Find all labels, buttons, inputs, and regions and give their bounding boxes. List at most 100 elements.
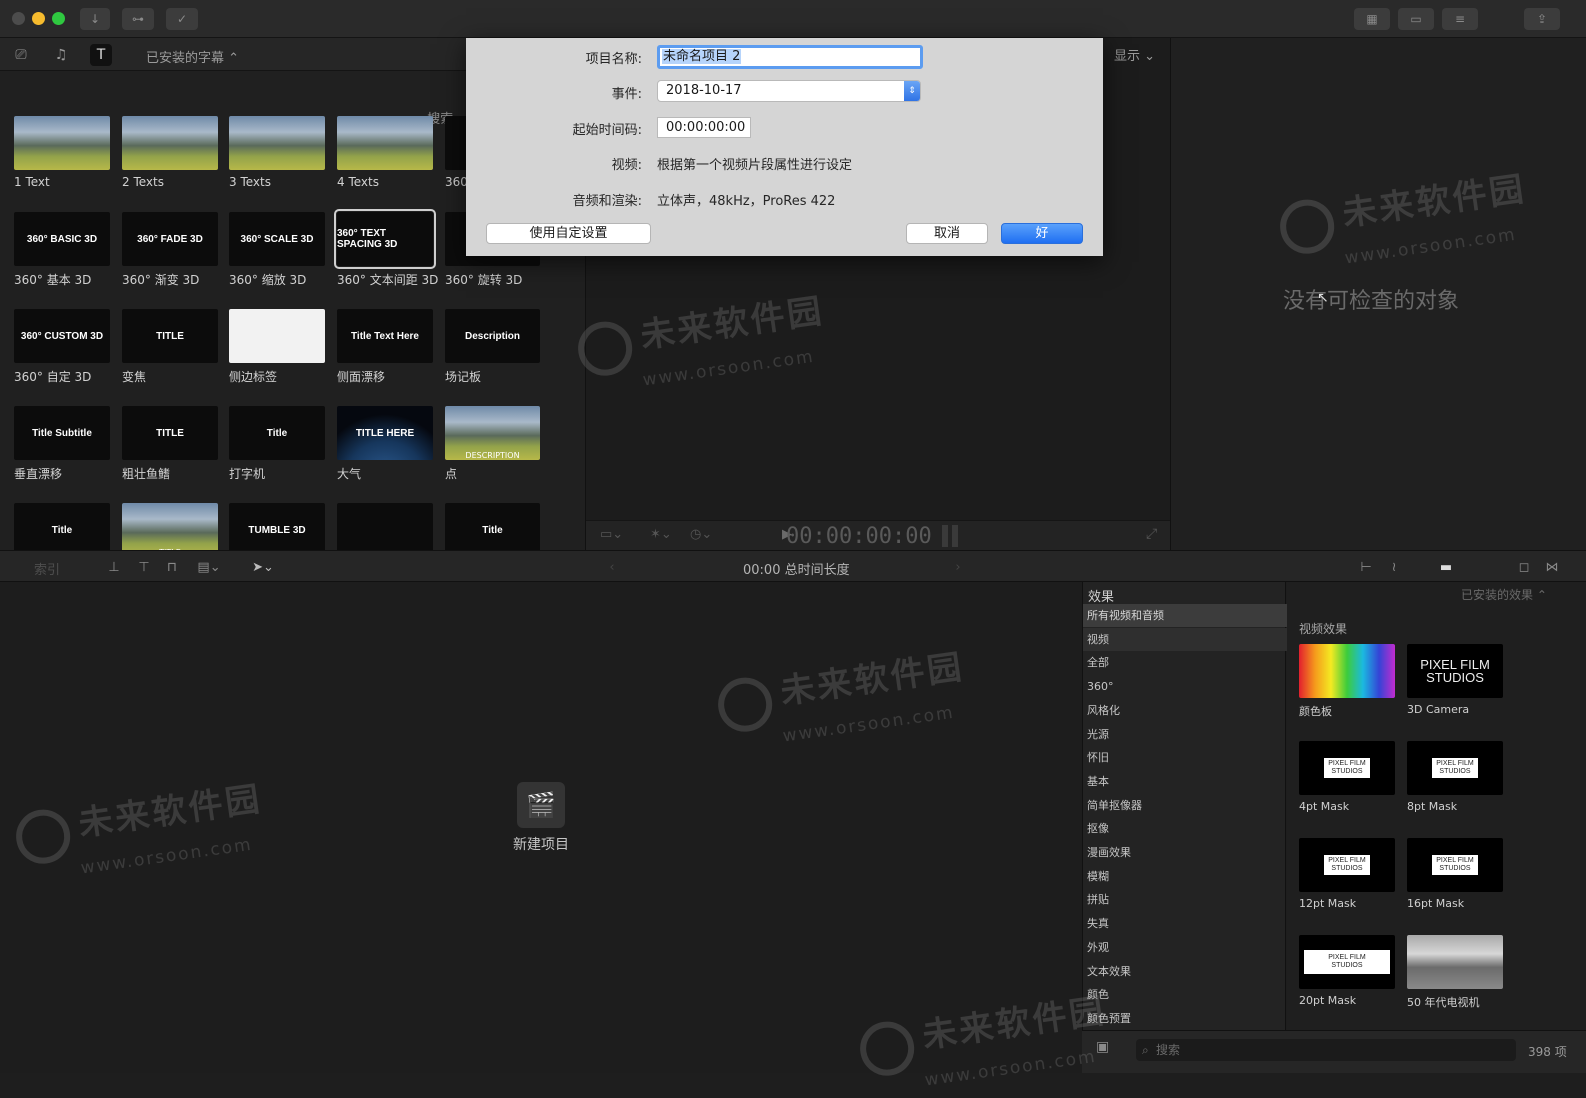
photos-audio-icon[interactable]: ♫ <box>50 44 72 66</box>
download-icon[interactable]: ↓ <box>80 8 110 30</box>
title-tile[interactable]: TUMBLE 3D <box>229 503 325 557</box>
effects-category-item[interactable]: 怀旧 <box>1083 746 1287 769</box>
effects-browser-icon[interactable]: ⋈ <box>1542 558 1562 576</box>
title-tile-text: 360° BASIC 3D <box>26 233 98 245</box>
title-tile[interactable]: Title <box>14 503 110 557</box>
view-options-icon[interactable]: ▭⌄ <box>600 527 623 542</box>
effects-category-item[interactable]: 360° <box>1083 675 1287 698</box>
effects-category-item[interactable]: 基本 <box>1083 770 1287 793</box>
share-icon[interactable]: ⇪ <box>1524 8 1560 30</box>
effects-category-item[interactable]: 漫画效果 <box>1083 841 1287 864</box>
title-tile[interactable]: Description <box>445 309 540 363</box>
title-tile-text: Title Subtitle <box>32 427 92 439</box>
clip-appearance-icon[interactable]: ◻ <box>1514 558 1534 576</box>
title-tile[interactable] <box>337 116 433 170</box>
title-tile[interactable]: 360° TEXT SPACING 3D <box>334 209 436 269</box>
new-project-label[interactable]: 新建项目 <box>480 834 602 854</box>
title-tile[interactable]: Title Subtitle <box>14 406 110 460</box>
grid-icon[interactable]: ▦ <box>1354 8 1390 30</box>
title-tile[interactable] <box>229 309 325 363</box>
effects-category-item[interactable]: 全部 <box>1083 651 1287 674</box>
title-tile[interactable]: TITLE <box>122 309 218 363</box>
effect-thumbnail[interactable]: PIXEL FILM STUDIOS <box>1299 838 1395 892</box>
title-tile[interactable]: DESCRIPTION <box>445 406 540 460</box>
installed-titles-select[interactable]: 已安装的字幕 ⌃ <box>146 47 239 66</box>
effects-category-item[interactable]: 拼贴 <box>1083 888 1287 911</box>
title-tile[interactable]: Title Text Here <box>337 309 433 363</box>
effect-thumbnail[interactable]: PIXEL FILM STUDIOS <box>1299 741 1395 795</box>
effects-category-item[interactable]: 光源 <box>1083 723 1287 746</box>
title-tile[interactable] <box>122 116 218 170</box>
effects-category-item[interactable]: 简单抠像器 <box>1083 794 1287 817</box>
append-clip-icon[interactable]: ⊓ <box>162 558 182 576</box>
effects-category-item[interactable]: 文本效果 <box>1083 960 1287 983</box>
audio-skimming-icon[interactable]: ≀ <box>1384 558 1404 576</box>
use-custom-settings-button[interactable]: 使用自定设置 <box>486 223 651 244</box>
effects-category-item[interactable]: 颜色 <box>1083 983 1287 1006</box>
title-tile[interactable]: TITLE HERE <box>337 406 433 460</box>
title-tile[interactable]: Title <box>445 503 540 557</box>
title-tile-text: Title Text Here <box>351 330 419 342</box>
index-button[interactable]: 索引 <box>34 559 60 578</box>
title-tile[interactable]: 360° FADE 3D <box>122 212 218 266</box>
title-tile-label: 360° 渐变 3D <box>122 273 200 287</box>
effect-thumbnail[interactable]: PIXEL FILM STUDIOS <box>1407 838 1503 892</box>
snapping-icon[interactable]: ▬ <box>1436 558 1456 576</box>
title-tile[interactable]: TITLE <box>122 406 218 460</box>
title-tile[interactable]: 360° CUSTOM 3D <box>14 309 110 363</box>
title-tile[interactable]: 360° SCALE 3D <box>229 212 325 266</box>
project-name-input[interactable]: 未命名项目 2 <box>657 45 923 69</box>
cancel-button[interactable]: 取消 <box>906 223 988 244</box>
check-icon[interactable]: ✓ <box>166 8 198 30</box>
chevron-updown-icon[interactable]: ⇕ <box>904 81 920 101</box>
key-icon[interactable]: ⊶ <box>122 8 154 30</box>
media-library-icon[interactable]: ⎚ <box>10 44 32 66</box>
effects-category-item[interactable]: 抠像 <box>1083 817 1287 840</box>
effects-category-item[interactable]: 模糊 <box>1083 865 1287 888</box>
effects-category-item[interactable]: 外观 <box>1083 936 1287 959</box>
clapperboard-icon[interactable]: 🎬 <box>517 782 565 828</box>
title-tile[interactable] <box>337 503 433 557</box>
connect-clip-icon[interactable]: ⊥ <box>104 558 124 576</box>
enhance-wand-icon[interactable]: ✶⌄ <box>650 527 672 542</box>
effect-thumbnail[interactable]: PIXEL FILM STUDIOS <box>1407 644 1503 698</box>
select-tool-icon[interactable]: ➤⌄ <box>248 558 278 576</box>
event-select[interactable]: 2018-10-17 ⇕ <box>657 80 921 102</box>
title-tile[interactable]: TITLE <box>122 503 218 557</box>
title-tile[interactable] <box>229 116 325 170</box>
project-name-label: 项目名称: <box>585 52 642 67</box>
effect-thumbnail[interactable]: PIXEL FILM STUDIOS <box>1407 741 1503 795</box>
overwrite-clip-icon[interactable]: ▤⌄ <box>192 558 226 576</box>
fullscreen-icon[interactable]: ⤢ <box>1146 526 1157 542</box>
retime-speed-icon[interactable]: ◷⌄ <box>690 527 712 542</box>
effects-search-input[interactable]: ⌕ 搜索 <box>1136 1039 1516 1061</box>
skimming-icon[interactable]: ⊢ <box>1356 558 1376 576</box>
sliders-icon[interactable]: ≡ <box>1442 8 1478 30</box>
effects-category-item[interactable]: 视频 <box>1083 627 1287 651</box>
ok-button[interactable]: 好 <box>1001 223 1083 244</box>
effects-category-item[interactable]: 颜色预置 <box>1083 1007 1287 1030</box>
effect-thumbnail[interactable]: PIXEL FILM STUDIOS <box>1299 935 1395 989</box>
insert-clip-icon[interactable]: ⊤ <box>134 558 154 576</box>
effects-category-item[interactable]: 风格化 <box>1083 699 1287 722</box>
zoom-window-button[interactable] <box>52 12 65 25</box>
effect-thumbnail[interactable] <box>1407 935 1503 989</box>
film-icon[interactable]: ▭ <box>1398 8 1434 30</box>
timeline-area[interactable]: 🎬 新建项目 <box>0 582 1082 1073</box>
back-icon[interactable]: ‹ <box>602 558 622 576</box>
title-tile[interactable]: Title <box>229 406 325 460</box>
mouse-cursor-icon: ↖ <box>1317 290 1329 306</box>
start-timecode-input[interactable]: 00:00:00:00 <box>657 117 751 138</box>
close-window-button[interactable] <box>12 12 25 25</box>
title-tile[interactable]: 360° BASIC 3D <box>14 212 110 266</box>
sidebar-toggle-icon[interactable]: ▣ <box>1096 1039 1109 1055</box>
viewer-display-menu[interactable]: 显示 ⌄ <box>1114 45 1155 64</box>
installed-effects-select[interactable]: 已安装的效果 ⌃ <box>1461 586 1547 603</box>
titles-generators-icon[interactable]: T <box>90 44 112 66</box>
effects-category-item[interactable]: 所有视频和音频 <box>1083 604 1287 627</box>
effects-category-item[interactable]: 失真 <box>1083 912 1287 935</box>
title-tile[interactable] <box>14 116 110 170</box>
minimize-window-button[interactable] <box>32 12 45 25</box>
effect-thumbnail[interactable] <box>1299 644 1395 698</box>
forward-icon[interactable]: › <box>948 558 968 576</box>
